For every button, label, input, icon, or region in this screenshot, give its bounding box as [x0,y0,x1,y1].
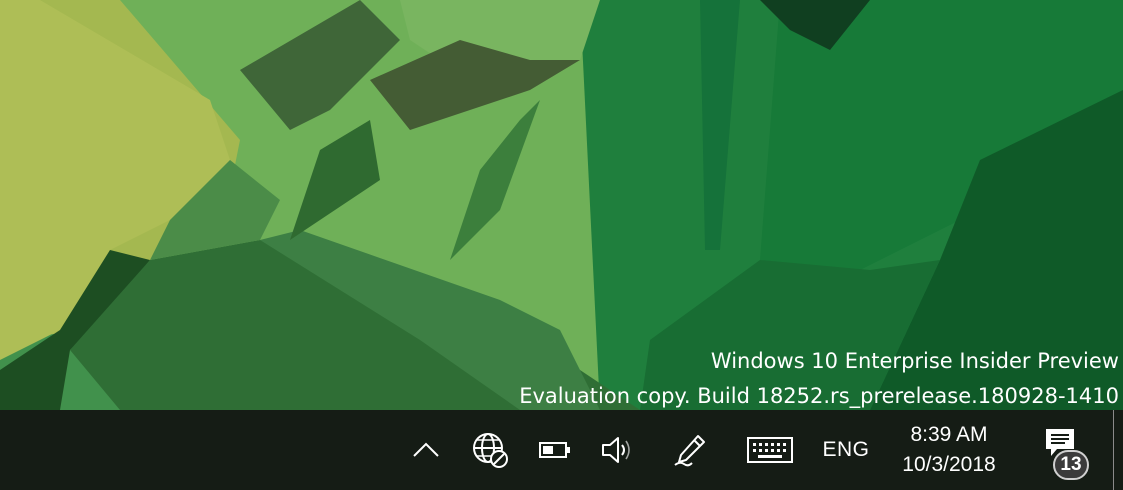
show-hidden-icons-button[interactable] [404,410,448,490]
watermark-build-line: Evaluation copy. Build 18252.rs_prerelea… [519,384,1119,408]
battery-button[interactable] [534,410,576,490]
volume-button[interactable] [596,410,640,490]
touch-keyboard-button[interactable] [744,410,796,490]
input-language-label: ENG [822,438,870,461]
notification-count-badge: 13 [1053,450,1089,480]
watermark-edition-line: Windows 10 Enterprise Insider Preview [710,349,1119,373]
speaker-icon [602,437,630,463]
chevron-up-icon [413,442,439,457]
input-language-button[interactable]: ENG [816,410,876,490]
show-desktop-button[interactable] [1113,410,1123,490]
windows-ink-workspace-button[interactable] [668,410,712,490]
windows-evaluation-watermark: Windows 10 Enterprise Insider Preview Ev… [519,344,1119,414]
clock-button[interactable]: 8:39 AM 10/3/2018 [884,410,1014,490]
network-button[interactable] [466,410,514,490]
clock-date: 10/3/2018 [902,453,996,476]
battery-icon [539,442,570,458]
globe-no-connection-icon [473,433,508,468]
pen-workspace-icon [674,435,705,467]
touch-keyboard-icon [747,437,793,463]
clock-time: 8:39 AM [910,423,988,446]
